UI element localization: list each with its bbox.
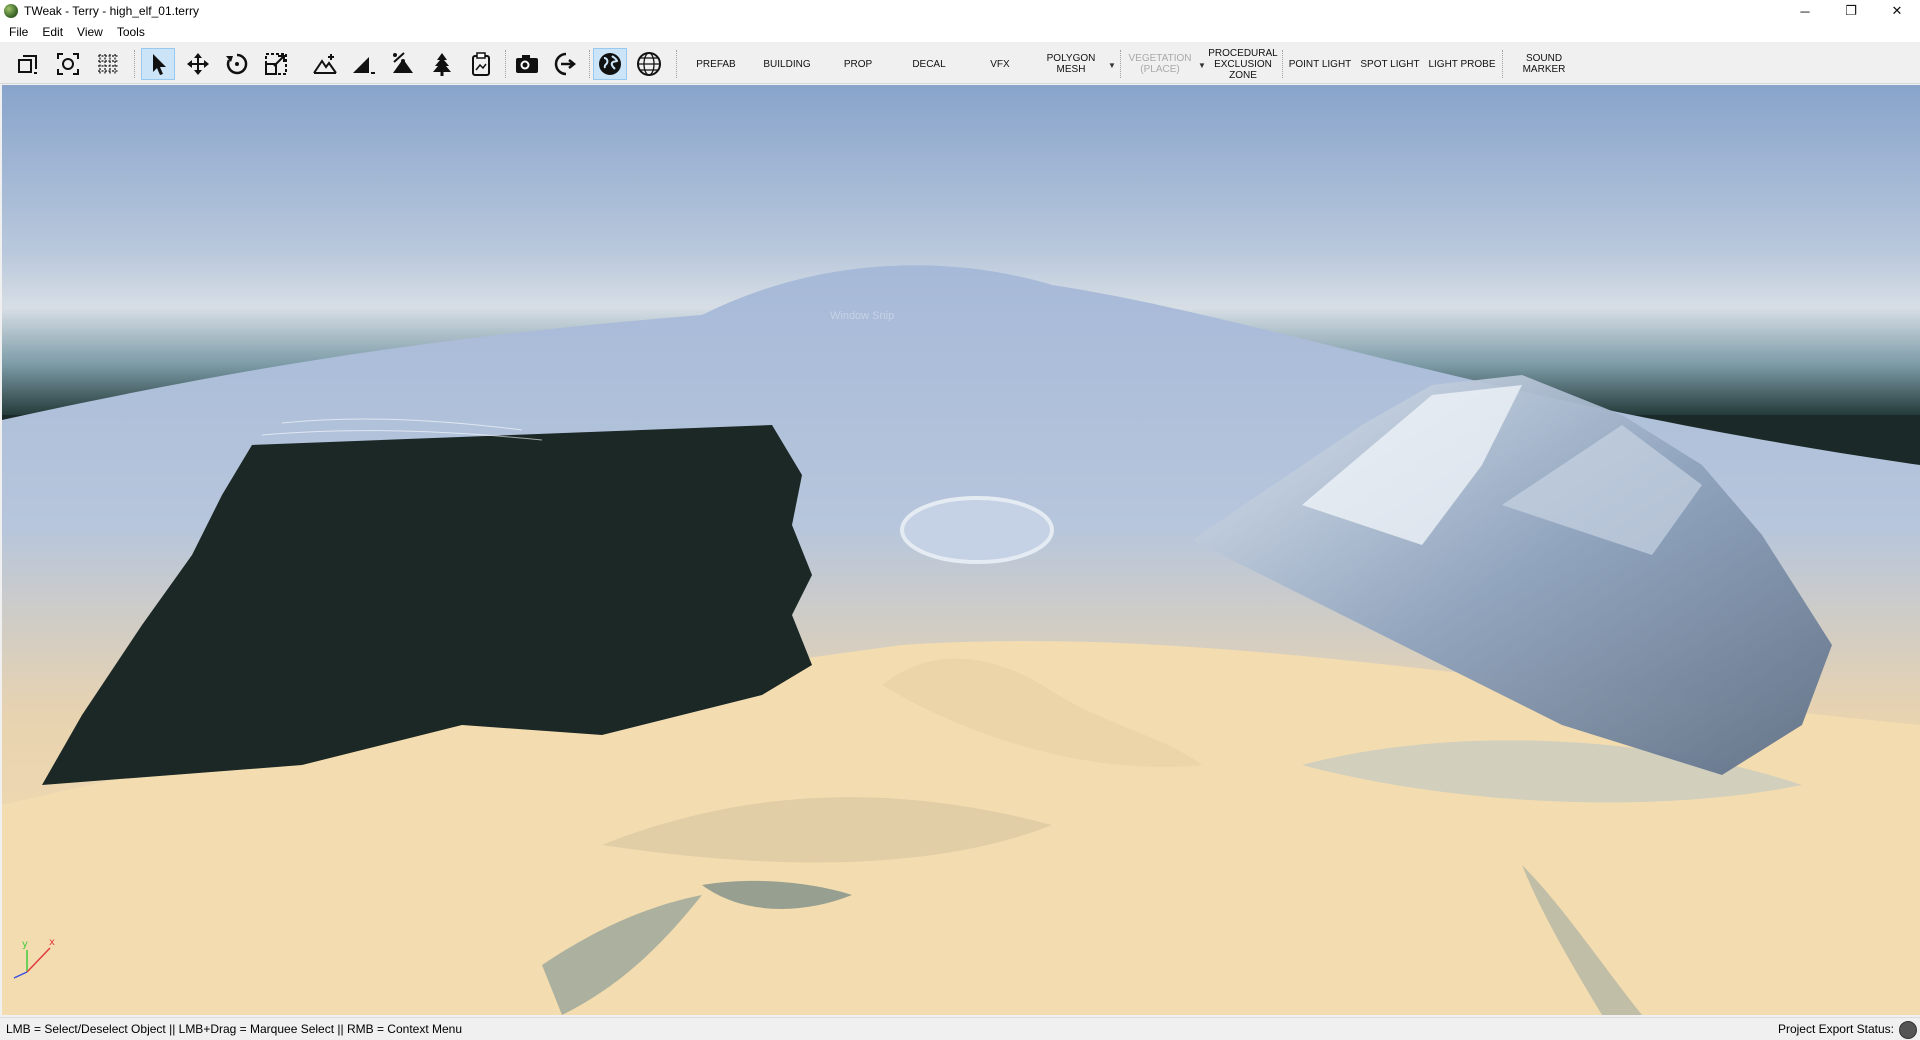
3d-viewport[interactable]: Window Snip y x xyxy=(2,85,1920,1015)
toolbar-separator xyxy=(505,50,506,78)
toolbar-separator xyxy=(1502,50,1503,78)
camera-button[interactable] xyxy=(510,48,544,80)
grid-overlay-icon xyxy=(98,54,118,74)
axis-y-label: y xyxy=(22,939,28,950)
toolbar-separator xyxy=(1282,50,1283,78)
select-tool-button[interactable] xyxy=(141,48,175,80)
menu-file[interactable]: File xyxy=(2,22,35,42)
terrain-raise-button[interactable] xyxy=(308,48,342,80)
globe-icon xyxy=(599,53,621,75)
export-arrow-icon xyxy=(554,52,577,76)
export-status-label: Project Export Status: xyxy=(1777,1022,1894,1036)
toolbar-separator xyxy=(1120,50,1121,78)
zoom-extents-button[interactable] xyxy=(51,48,85,80)
sound-marker-button[interactable]: SOUND MARKER xyxy=(1514,48,1574,80)
polygon-mesh-button[interactable]: POLYGON MESH xyxy=(1039,48,1103,80)
restore-button[interactable]: ❐ xyxy=(1828,0,1874,22)
export-button[interactable] xyxy=(549,48,583,80)
procedural-exclusion-zone-button[interactable]: PROCEDURAL EXCLUSION ZONE xyxy=(1208,48,1278,81)
point-light-button[interactable]: POINT LIGHT xyxy=(1286,48,1354,80)
building-button[interactable]: BUILDING xyxy=(755,48,819,80)
toolbar: PREFAB BUILDING PROP DECAL VFX POLYGON M… xyxy=(0,42,1920,84)
vegetation-dropdown-icon[interactable]: ▼ xyxy=(1198,61,1206,70)
window-snip-overlay: Window Snip xyxy=(830,310,895,322)
rotate-icon xyxy=(226,53,248,75)
window-title: TWeak - Terry - high_elf_01.terry xyxy=(24,4,199,18)
scale-icon xyxy=(265,53,287,75)
decal-button[interactable]: DECAL xyxy=(897,48,961,80)
toolbar-separator xyxy=(134,50,135,78)
vegetation-place-button[interactable]: VEGETATION (PLACE) xyxy=(1124,48,1196,80)
menu-bar: File Edit View Tools xyxy=(0,22,1920,42)
select-arrow-icon xyxy=(153,54,166,75)
clipboard-button[interactable] xyxy=(464,48,498,80)
new-object-button[interactable] xyxy=(11,48,45,80)
close-button[interactable]: ✕ xyxy=(1874,0,1920,22)
polygon-mesh-dropdown-icon[interactable]: ▼ xyxy=(1108,61,1116,70)
terrain-slope-icon xyxy=(353,57,375,74)
prop-button[interactable]: PROP xyxy=(826,48,890,80)
axis-gizmo-icon: y x xyxy=(13,937,55,979)
prefab-button[interactable]: PREFAB xyxy=(684,48,748,80)
camera-icon xyxy=(516,55,538,73)
spot-light-button[interactable]: SPOT LIGHT xyxy=(1357,48,1423,80)
move-tool-button[interactable] xyxy=(181,48,215,80)
grid-overlay-button[interactable] xyxy=(91,48,125,80)
menu-edit[interactable]: Edit xyxy=(35,22,70,42)
terrain-slope-button[interactable] xyxy=(347,48,381,80)
scale-tool-button[interactable] xyxy=(259,48,293,80)
window-controls: ─ ❐ ✕ xyxy=(1782,0,1920,22)
wireframe-sphere-icon xyxy=(637,52,661,76)
vfx-button[interactable]: VFX xyxy=(968,48,1032,80)
move-icon xyxy=(187,53,209,75)
status-bar: LMB = Select/Deselect Object || LMB+Drag… xyxy=(0,1017,1920,1040)
toolbar-separator xyxy=(589,50,590,78)
menu-tools[interactable]: Tools xyxy=(110,22,152,42)
clipboard-icon xyxy=(472,52,490,76)
export-status-indicator xyxy=(1899,1021,1917,1039)
tree-icon xyxy=(433,53,451,76)
terrain-raise-icon xyxy=(313,54,337,74)
menu-view[interactable]: View xyxy=(70,22,110,42)
terrain-scene xyxy=(2,85,1920,1015)
wireframe-view-button[interactable] xyxy=(632,48,666,80)
vegetation-tool-button[interactable] xyxy=(425,48,459,80)
globe-view-button[interactable] xyxy=(593,48,627,80)
app-icon xyxy=(4,4,18,18)
axis-x-label: x xyxy=(49,937,55,948)
status-hint: LMB = Select/Deselect Object || LMB+Drag… xyxy=(6,1022,463,1036)
zoom-extents-icon xyxy=(57,53,79,75)
rotate-tool-button[interactable] xyxy=(220,48,254,80)
new-object-icon xyxy=(18,55,37,74)
terrain-percent-button[interactable] xyxy=(386,48,420,80)
terrain-percent-icon xyxy=(393,52,413,73)
light-probe-button[interactable]: LIGHT PROBE xyxy=(1426,48,1498,80)
minimize-button[interactable]: ─ xyxy=(1782,0,1828,22)
toolbar-separator xyxy=(676,50,677,78)
title-bar: TWeak - Terry - high_elf_01.terry ─ ❐ ✕ xyxy=(0,0,1920,22)
